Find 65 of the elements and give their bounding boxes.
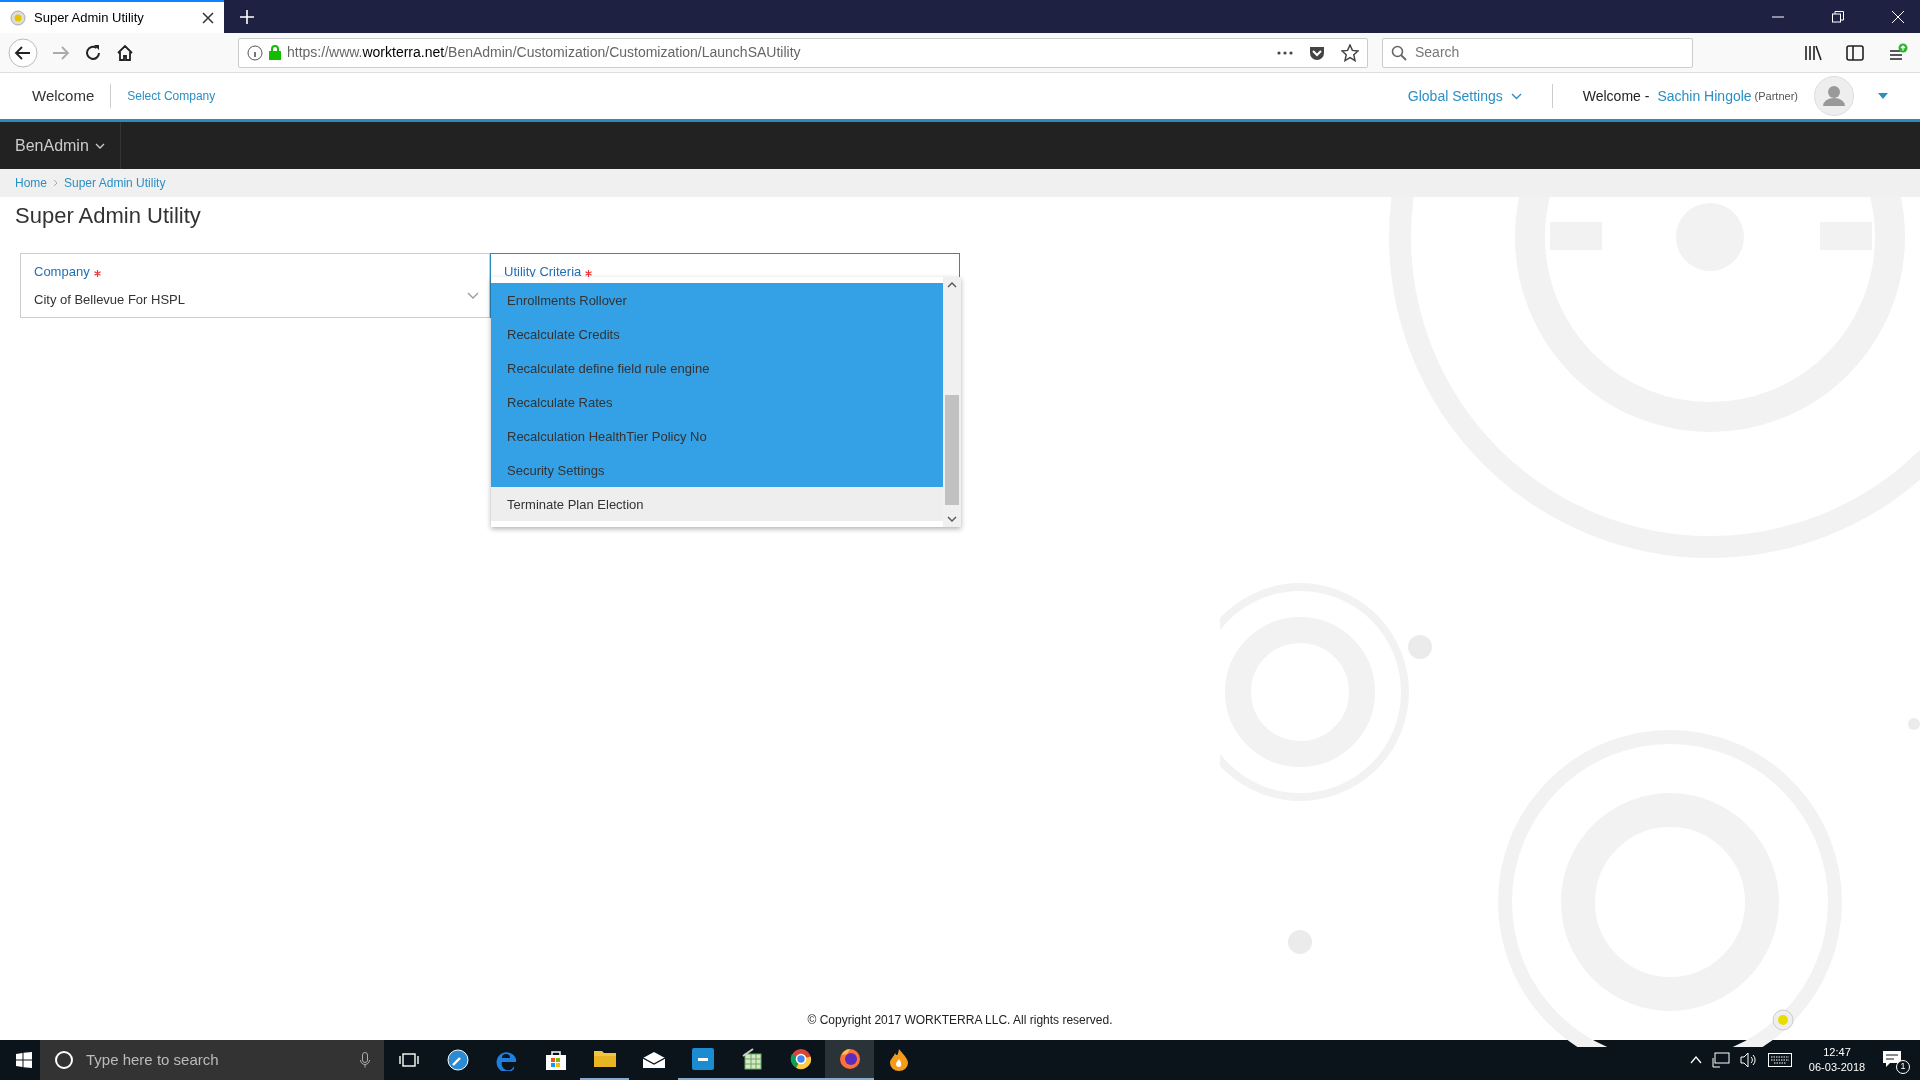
clock-time[interactable]: 12:47 [1802,1045,1872,1060]
copyright-text: © Copyright 2017 WORKTERRA LLC. All rights reserved. [807,1012,1113,1029]
chevron-down-icon [1510,92,1522,100]
dropdown-option[interactable]: Recalculation HealthTier Policy No [491,419,943,454]
dropdown-option[interactable]: Terminate Plan Election [491,487,943,522]
scrollbar[interactable] [943,277,961,528]
chevron-down-icon [467,292,479,300]
keyboard-icon[interactable] [1768,1053,1792,1067]
caret-icon[interactable] [1878,93,1888,99]
global-settings-menu[interactable]: Global Settings [1407,85,1522,107]
chevron-right-icon [53,179,58,187]
welcome-text: Welcome [32,85,95,106]
wrench-app-icon[interactable] [446,1049,469,1071]
microphone-icon[interactable] [360,1052,370,1068]
library-icon[interactable] [1804,44,1822,61]
tab-title: Super Admin Utility [34,8,145,27]
site-icon [10,9,26,26]
search-field[interactable]: Search [1382,37,1693,68]
notification-icon[interactable] [1882,1050,1902,1068]
dropdown-option[interactable]: Recalculate define field rule engine [491,351,943,386]
dropdown-option[interactable]: Recalculate Credits [491,317,943,352]
edge-browser-icon[interactable] [495,1049,518,1071]
company-select[interactable]: Company City of Bellevue For HSPL [20,253,490,319]
firefox-icon[interactable] [838,1048,861,1070]
select-company-link[interactable]: Select Company [127,87,216,105]
back-icon[interactable] [8,37,38,68]
volume-icon[interactable] [1740,1052,1758,1068]
dropdown-option[interactable]: Enrollments Rollover [491,283,943,318]
notification-count: 1 [1896,1060,1910,1074]
home-icon[interactable] [116,43,134,62]
avatar-icon[interactable] [1814,76,1854,116]
search-icon [1391,44,1407,61]
user-role: (Partner) [1754,88,1798,104]
chevron-down-icon [94,142,105,149]
scroll-up-icon[interactable] [947,282,957,289]
menu-icon[interactable] [1888,42,1908,63]
chevron-up-icon[interactable] [1690,1056,1702,1064]
address-bar[interactable]: https://www.workterra.net/BenAdmin/Customization/Customization/LaunchSAUtility [238,37,1368,68]
mail-icon[interactable] [642,1052,665,1068]
folder-icon[interactable] [593,1050,616,1068]
task-view-icon[interactable] [398,1052,419,1068]
sidebar-icon[interactable] [1846,44,1864,61]
new-tab-icon[interactable] [240,9,254,24]
cortana-circle-icon [54,1050,74,1070]
flame-icon[interactable] [889,1049,908,1071]
close-icon[interactable] [202,11,214,24]
spreadsheet-icon[interactable] [740,1048,763,1070]
breadcrumb-link[interactable]: Super Admin Utility [64,174,166,192]
taskbar-search-field[interactable]: Type here to search [40,1040,384,1080]
browser-tab[interactable]: Super Admin Utility [0,0,224,33]
dropdown-option[interactable]: Security Settings [491,453,943,488]
network-icon[interactable] [1712,1052,1730,1068]
store-icon[interactable] [544,1049,567,1071]
dropdown-option[interactable]: Recalculate Rates [491,385,943,420]
windows-start-icon[interactable] [16,1052,32,1068]
chrome-icon[interactable] [789,1048,812,1070]
page-title: Super Admin Utility [15,203,202,230]
user-name-link[interactable]: Sachin Hingole [1657,85,1752,107]
reload-icon[interactable] [84,43,102,62]
breadcrumb-link[interactable]: Home [15,174,47,192]
greeting-text: Welcome - [1582,86,1650,106]
restore-icon[interactable] [1832,10,1844,23]
app-tile-icon[interactable] [691,1048,714,1070]
scroll-down-icon[interactable] [947,516,957,523]
clock-date[interactable]: 06-03-2018 [1802,1060,1872,1075]
